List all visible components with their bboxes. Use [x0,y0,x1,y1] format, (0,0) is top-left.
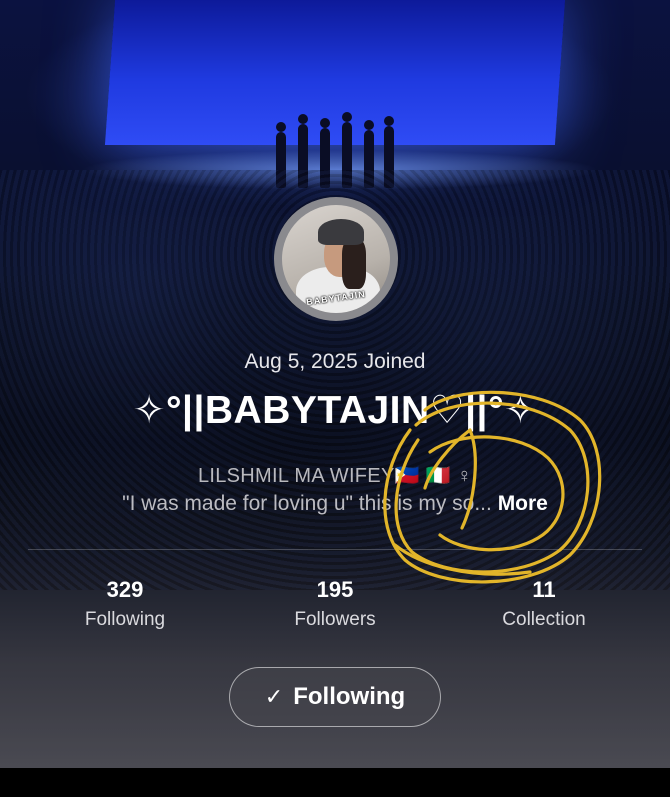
joined-date: Aug 5, 2025 Joined [244,350,426,373]
stat-following[interactable]: 329 Following [45,577,205,631]
bio-line-2: "I was made for loving u" this is my so.… [0,492,670,516]
following-button[interactable]: ✓ Following [229,667,441,727]
more-link[interactable]: More [498,492,548,515]
profile-username: ✧°||BABYTAJIN♡||°✧ [132,389,538,432]
avatar-image: BABYTAJIN [282,205,390,313]
bio-line-1: LILSHMIL MA WIFEY🇵🇭 🇮🇹 ♀ [197,465,473,487]
avatar[interactable]: BABYTAJIN [274,197,398,321]
stat-value: 195 [316,577,354,602]
following-button-label: Following [293,683,406,710]
stat-value: 11 [532,577,556,602]
stat-label: Collection [502,609,586,630]
stat-followers[interactable]: 195 Followers [255,577,415,631]
bottom-bar [0,768,670,797]
bio-text: "I was made for loving u" this is my so.… [122,492,492,515]
checkmark-icon: ✓ [264,684,284,709]
stat-value: 329 [106,577,144,602]
stat-collection[interactable]: 11 Collection [464,577,624,631]
stat-label: Followers [294,609,376,630]
divider [28,549,642,550]
stat-label: Following [84,609,166,630]
profile-header: BABYTAJIN Aug 5, 2025 Joined ✧°||BABYTAJ… [0,0,670,768]
